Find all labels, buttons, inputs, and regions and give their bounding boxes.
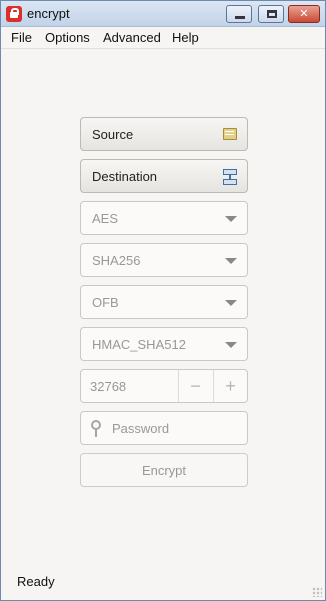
iterations-stepper[interactable]: 32768 − +	[80, 369, 248, 403]
key-icon	[91, 420, 101, 437]
resize-grip[interactable]	[312, 587, 322, 597]
increment-button[interactable]: +	[213, 370, 247, 402]
save-destination-icon	[223, 169, 237, 185]
source-button[interactable]: Source	[80, 117, 248, 151]
chevron-down-icon	[225, 300, 237, 306]
cipher-value: AES	[92, 211, 119, 226]
encrypt-label: Encrypt	[141, 463, 187, 478]
padlock-icon	[6, 6, 22, 22]
chevron-down-icon	[225, 258, 237, 264]
mode-value: OFB	[92, 295, 119, 310]
menu-advanced[interactable]: Advanced	[103, 30, 161, 45]
menu-help[interactable]: Help	[172, 30, 199, 45]
destination-label: Destination	[92, 169, 158, 184]
destination-button[interactable]: Destination	[80, 159, 248, 193]
mac-select[interactable]: HMAC_SHA512	[80, 327, 248, 361]
close-button[interactable]: ✕	[288, 5, 320, 23]
close-icon: ✕	[299, 8, 309, 20]
folder-icon	[223, 128, 237, 140]
password-placeholder: Password	[112, 421, 170, 436]
chevron-down-icon	[225, 216, 237, 222]
hash-select[interactable]: SHA256	[80, 243, 248, 277]
cipher-select[interactable]: AES	[80, 201, 248, 235]
window-title: encrypt	[27, 6, 70, 21]
menu-bar: File Options Advanced Help	[1, 27, 325, 49]
maximize-icon	[267, 10, 277, 18]
iterations-value[interactable]: 32768	[90, 379, 126, 394]
title-bar[interactable]: encrypt ✕	[1, 1, 325, 27]
minimize-icon	[235, 16, 245, 19]
source-label: Source	[92, 127, 134, 142]
chevron-down-icon	[225, 342, 237, 348]
status-text: Ready	[17, 574, 55, 589]
maximize-button[interactable]	[258, 5, 284, 23]
hash-value: SHA256	[92, 253, 141, 268]
app-window: encrypt ✕ File Options Advanced Help Sou…	[0, 0, 326, 601]
mode-select[interactable]: OFB	[80, 285, 248, 319]
minimize-button[interactable]	[226, 5, 252, 23]
password-field[interactable]: Password	[80, 411, 248, 445]
encrypt-button[interactable]: Encrypt	[80, 453, 248, 487]
menu-options[interactable]: Options	[45, 30, 90, 45]
decrement-button[interactable]: −	[178, 370, 212, 402]
mac-value: HMAC_SHA512	[92, 337, 186, 352]
menu-file[interactable]: File	[11, 30, 32, 45]
